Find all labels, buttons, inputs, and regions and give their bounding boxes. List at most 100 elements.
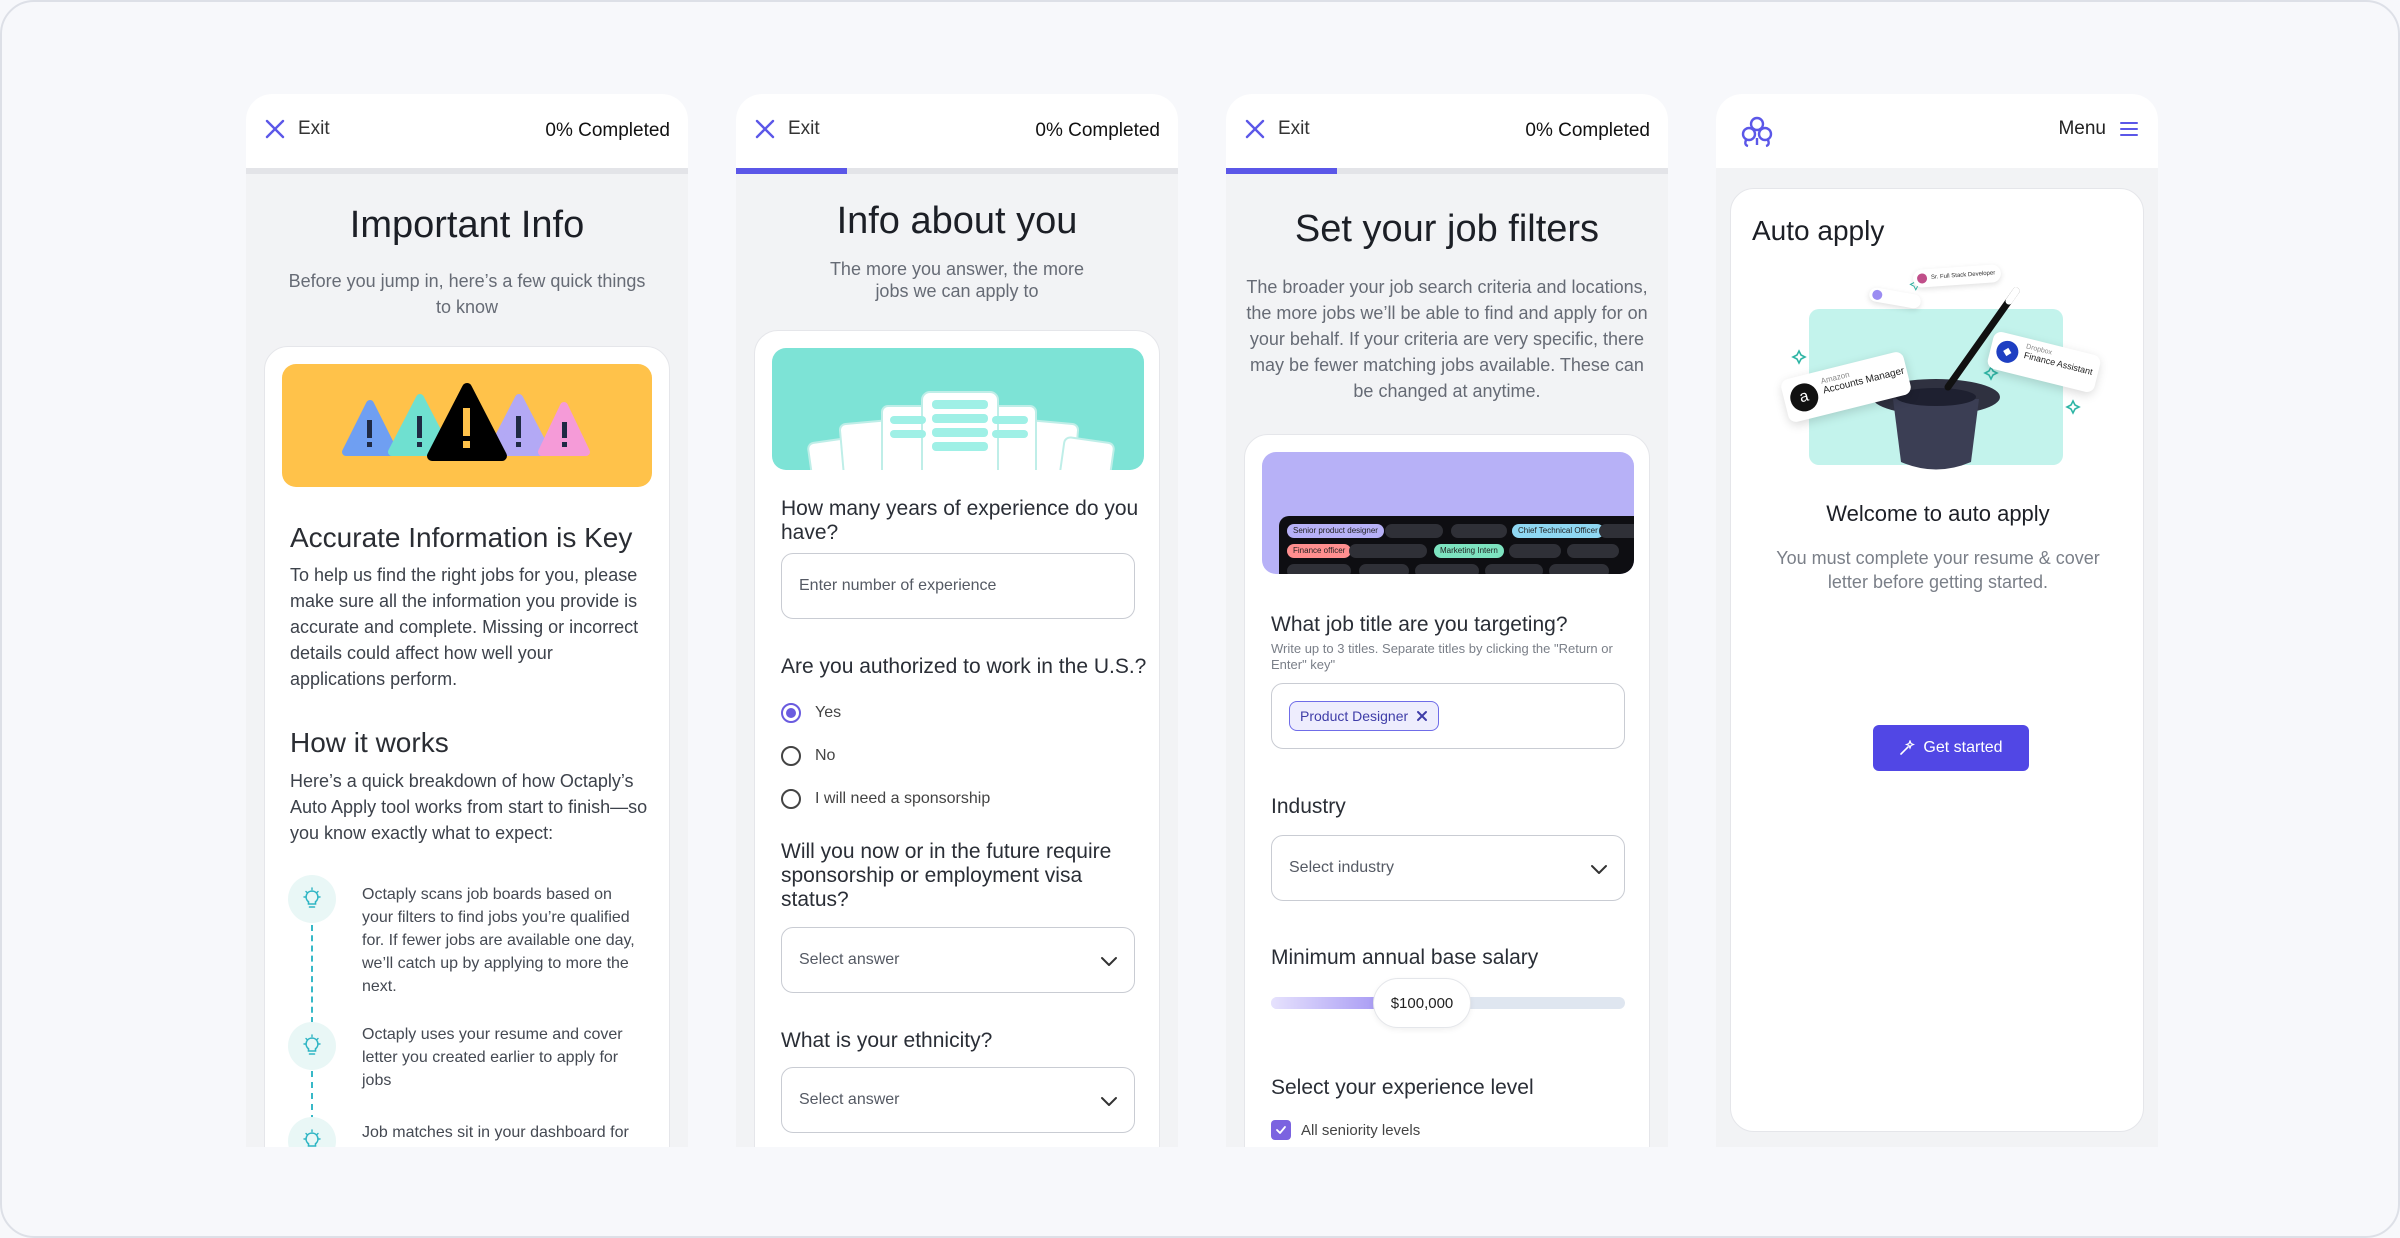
exit-label: Exit — [298, 118, 330, 139]
section-body-how: Here’s a quick breakdown of how Octaply’… — [290, 771, 648, 843]
sparkle-wand-icon — [1900, 740, 1916, 755]
job-title-chip[interactable]: Product Designer — [1289, 701, 1440, 731]
close-icon — [1245, 119, 1265, 139]
section-title-accurate: Accurate Information is Key — [290, 522, 633, 553]
radio-sponsorship[interactable]: I will need a sponsorship — [781, 789, 990, 809]
warning-illustration — [282, 364, 652, 487]
info-about-you-screen: Exit 0% Completed Info about you The mor… — [736, 94, 1178, 1147]
exit-label: Exit — [1278, 118, 1310, 139]
welcome-body: You must complete your resume & cover le… — [1776, 548, 2100, 592]
remove-chip-icon[interactable] — [1416, 710, 1428, 722]
progress-text: 0% Completed — [1035, 120, 1160, 141]
progress-fill — [1226, 168, 1337, 174]
top-bar: Exit 0% Completed — [736, 94, 1178, 168]
exit-button[interactable]: Exit — [1244, 118, 1310, 140]
welcome-title: Welcome to auto apply — [1826, 501, 2050, 526]
progress-text: 0% Completed — [545, 120, 670, 141]
exit-button[interactable]: Exit — [754, 118, 820, 140]
close-icon — [265, 119, 285, 139]
placeholder-tags-icon — [1287, 524, 1634, 574]
top-bar: Exit 0% Completed — [1226, 94, 1668, 168]
exit-label: Exit — [788, 118, 820, 139]
top-bar: Exit 0% Completed — [246, 94, 688, 168]
important-info-screen: Exit 0% Completed Important Info Before … — [246, 94, 688, 1147]
tags-board: Senior product designer Chief Technical … — [1279, 516, 1634, 574]
chevron-down-icon — [1101, 957, 1117, 966]
radio-label: I will need a sponsorship — [815, 790, 991, 807]
industry-label: Industry — [1271, 795, 1346, 818]
page-title: Important Info — [349, 204, 585, 246]
job-title-input[interactable]: Product Designer — [1271, 683, 1625, 749]
sponsorship-select[interactable]: Select answer — [781, 927, 1135, 993]
radio-unselected-icon — [781, 789, 801, 809]
progress-fill — [736, 168, 847, 174]
radio-unselected-icon — [781, 746, 801, 766]
button-label: Get started — [1923, 739, 2003, 756]
ethnicity-select[interactable]: Select answer — [781, 1067, 1135, 1133]
question-experience: How many years of experience do you have… — [781, 497, 1139, 544]
exit-button[interactable]: Exit — [264, 118, 330, 140]
radio-label: Yes — [815, 704, 842, 721]
top-bar: Menu — [1716, 94, 2158, 168]
step-text-1: Octaply scans job boards based on your f… — [362, 886, 635, 995]
question-job-title: What job title are you targeting? — [1271, 613, 1568, 636]
lightbulb-icon — [303, 887, 321, 908]
job-filters-screen: Exit 0% Completed Set your job filters T… — [1226, 94, 1668, 1147]
step-text-2: Octaply uses your resume and cover lette… — [362, 1026, 623, 1089]
lightbulb-icon — [303, 1129, 321, 1147]
close-icon — [755, 119, 775, 139]
company-dot-icon — [1871, 289, 1884, 301]
card-title: Auto apply — [1752, 215, 1885, 246]
step-connector — [311, 925, 313, 1023]
question-ethnicity: What is your ethnicity? — [781, 1029, 993, 1052]
experience-level-label: Select your experience level — [1271, 1076, 1534, 1099]
job-title-hint: Write up to 3 titles. Separate titles by… — [1271, 641, 1613, 672]
page-subtitle: The more you answer, the more jobs we ca… — [829, 259, 1085, 301]
experience-input[interactable]: Enter number of experience — [781, 553, 1135, 619]
page-subtitle: The broader your job search criteria and… — [1246, 277, 1648, 401]
octaply-logo-icon[interactable] — [1738, 112, 1776, 150]
buildings-icon — [807, 391, 1115, 470]
company-dot-icon — [1916, 273, 1928, 284]
step-bulb-1 — [288, 875, 336, 923]
get-started-button[interactable]: Get started — [1873, 725, 2029, 771]
section-title-how: How it works — [290, 727, 449, 758]
checkbox-checked-icon — [1271, 1120, 1291, 1140]
section-body-accurate: To help us find the right jobs for you, … — [290, 565, 639, 689]
progress-bar — [736, 168, 1178, 174]
page-title: Info about you — [836, 200, 1078, 242]
chevron-down-icon — [1591, 865, 1607, 874]
page-title: Set your job filters — [1294, 208, 1600, 250]
checkbox-label: All seniority levels — [1301, 1121, 1421, 1139]
salary-label: Minimum annual base salary — [1271, 946, 1539, 969]
question-authorized: Are you authorized to work in the U.S.? — [781, 655, 1147, 678]
radio-no[interactable]: No — [781, 746, 835, 766]
filters-card: Senior product designer Chief Technical … — [1244, 434, 1650, 1147]
menu-label: Menu — [2058, 118, 2106, 139]
screens-canvas: Exit 0% Completed Important Info Before … — [0, 0, 2400, 1238]
hamburger-icon — [2120, 122, 2138, 136]
radio-yes[interactable]: Yes — [781, 703, 841, 723]
industry-select[interactable]: Select industry — [1271, 835, 1625, 901]
step-bulb-3 — [288, 1117, 336, 1147]
amazon-logo-icon: a — [1787, 380, 1822, 415]
question-sponsorship: Will you now or in the future require sp… — [781, 840, 1112, 911]
buildings-illustration — [772, 348, 1144, 470]
select-value: Select industry — [1289, 859, 1394, 876]
auto-apply-card: Auto apply a Amazon Accounts Manager ◆ D… — [1730, 188, 2144, 1132]
step-connector — [311, 1071, 313, 1121]
info-card: Accurate Information is Key To help us f… — [264, 346, 670, 1147]
page-subtitle: Before you jump in, here’s a few quick t… — [288, 271, 646, 317]
lightbulb-icon — [303, 1034, 321, 1055]
step-bulb-2 — [288, 1022, 336, 1070]
auto-apply-screen: Menu Auto apply a Amazon Accounts Manage… — [1716, 94, 2158, 1147]
questions-card: How many years of experience do you have… — [754, 330, 1160, 1147]
step-text-3: Job matches sit in your dashboard for — [362, 1124, 629, 1141]
all-seniority-checkbox[interactable]: All seniority levels — [1271, 1120, 1420, 1140]
radio-label: No — [815, 747, 836, 764]
select-value: Select answer — [799, 1091, 900, 1108]
progress-bar — [1226, 168, 1668, 174]
salary-slider-thumb[interactable]: $100,000 — [1373, 978, 1471, 1028]
warning-triangles-icon — [342, 383, 590, 461]
menu-button[interactable]: Menu — [2058, 118, 2138, 140]
